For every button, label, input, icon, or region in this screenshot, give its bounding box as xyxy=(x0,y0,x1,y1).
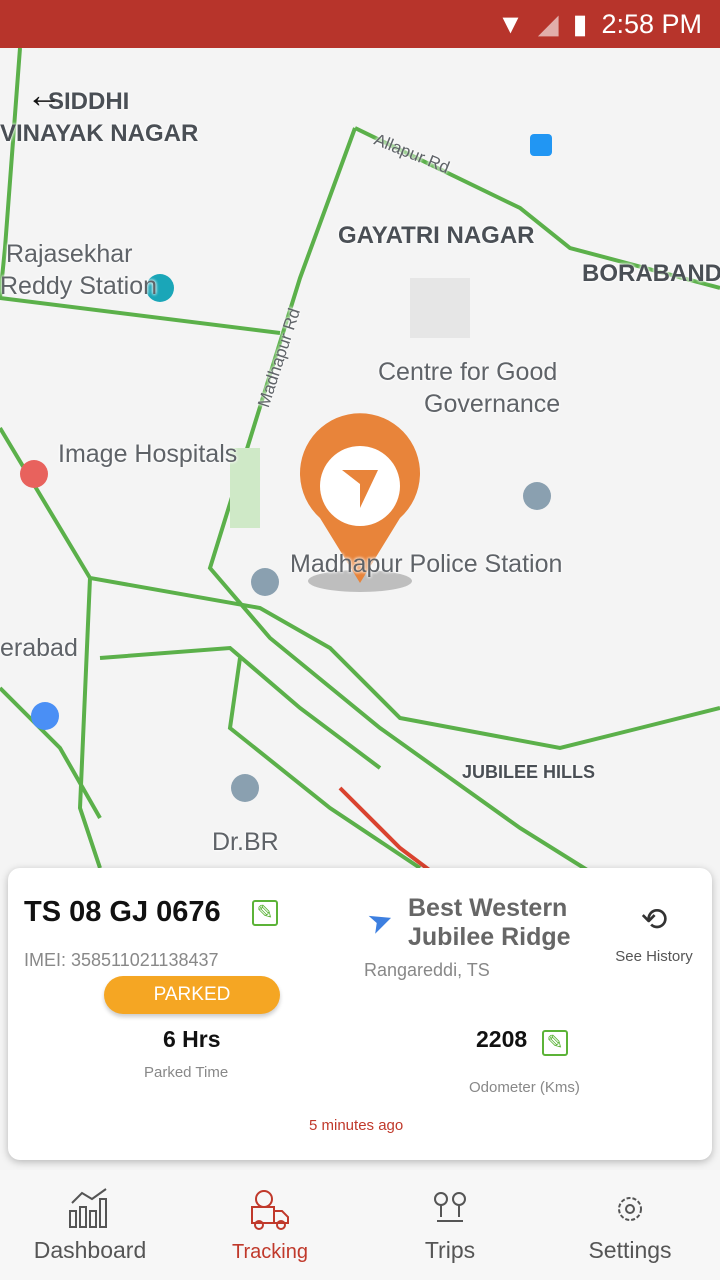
landmark-icon xyxy=(523,482,551,510)
edit-plate-icon[interactable]: ✎ xyxy=(252,900,278,926)
nav-trips[interactable]: Trips xyxy=(360,1170,540,1280)
nav-tracking[interactable]: Tracking xyxy=(180,1170,360,1280)
vehicle-info-card: TS 08 GJ 0676 ✎ IMEI: 358511021138437 PA… xyxy=(8,868,712,1160)
battery-icon: ▮ xyxy=(572,8,588,39)
see-history-button[interactable]: ⟲ See History xyxy=(608,900,700,965)
settings-gear-icon xyxy=(618,1197,642,1221)
trips-pins-icon xyxy=(434,1192,466,1222)
last-updated: 5 minutes ago xyxy=(309,1117,404,1134)
location-name: Best Western Jubilee Ridge xyxy=(408,894,571,951)
nav-dashboard[interactable]: Dashboard xyxy=(0,1170,180,1280)
status-bar: ▼ ◢ ▮ 2:58 PM xyxy=(0,0,720,48)
imei: IMEI: 358511021138437 xyxy=(24,950,219,970)
signal-icon: ◢ xyxy=(537,8,559,39)
odometer-label: Odometer (Kms) xyxy=(469,1079,580,1096)
navigation-arrow-icon: ➤ xyxy=(363,901,399,942)
dashboard-chart-icon xyxy=(69,1188,107,1228)
police-icon xyxy=(251,568,279,596)
status-badge: PARKED xyxy=(104,976,280,1014)
location-region: Rangareddi, TS xyxy=(364,960,490,980)
parked-time: 6 Hrs xyxy=(163,1026,221,1052)
parked-time-label: Parked Time xyxy=(144,1064,229,1081)
edit-odometer-icon[interactable]: ✎ xyxy=(542,1030,568,1056)
history-icon: ⟲ xyxy=(640,901,668,937)
wifi-icon: ▼ xyxy=(497,8,524,39)
back-arrow-icon[interactable]: ← xyxy=(26,74,62,116)
bottom-nav: Dashboard Tracking Trips Settings xyxy=(0,1170,720,1280)
odometer-value: 2208 xyxy=(476,1026,528,1052)
nav-settings[interactable]: Settings xyxy=(540,1170,720,1280)
metro-icon xyxy=(530,134,552,156)
shop-icon xyxy=(31,702,59,730)
clock: 2:58 PM xyxy=(601,8,702,39)
tracking-truck-icon xyxy=(251,1190,289,1230)
school-icon xyxy=(231,774,259,802)
vehicle-plate: TS 08 GJ 0676 xyxy=(24,896,221,928)
hospital-icon xyxy=(20,460,48,488)
